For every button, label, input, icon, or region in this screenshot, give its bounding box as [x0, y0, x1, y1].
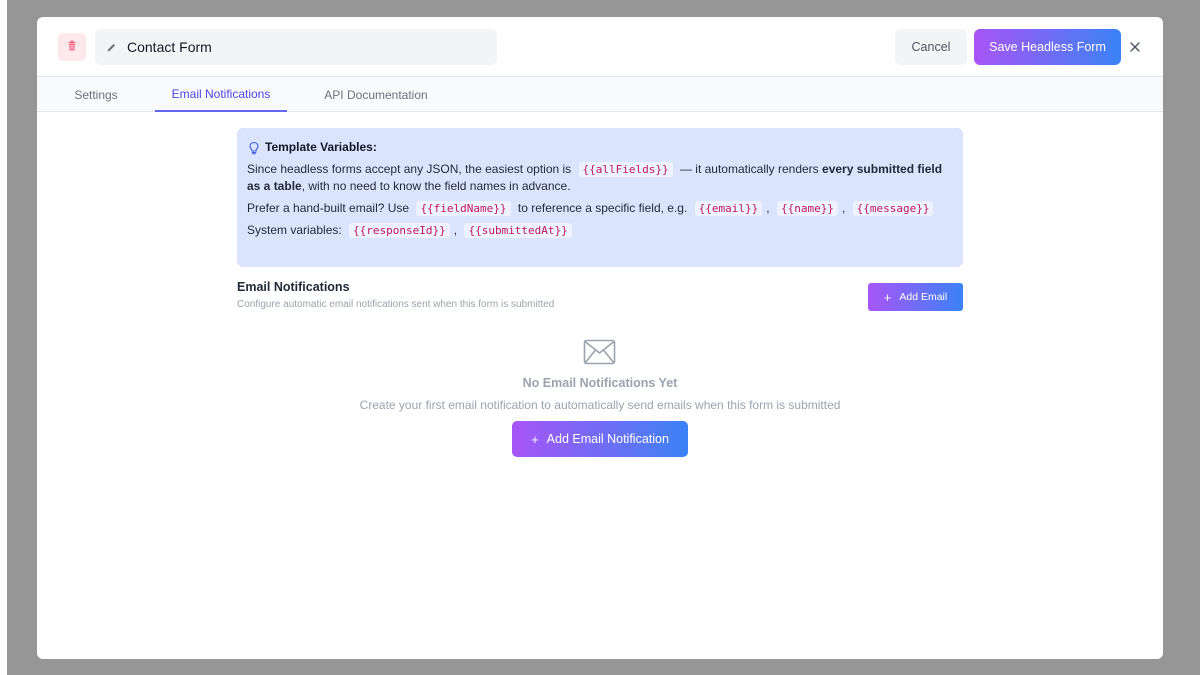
info-line-field-name: Prefer a hand-built email? Use {{fieldNa… [247, 200, 953, 217]
info-text: to reference a specific field, e.g. [517, 201, 688, 215]
info-line-all-fields: Since headless forms accept any JSON, th… [247, 161, 953, 195]
section-subtitle: Configure automatic email notifications … [237, 299, 555, 310]
section-title: Email Notifications [237, 280, 350, 294]
plus-icon: + [883, 289, 892, 305]
separator: , [766, 201, 770, 215]
info-line-system-variables: System variables: {{responseId}}, {{subm… [247, 222, 953, 239]
empty-state-title: No Email Notifications Yet [522, 376, 678, 390]
code-name: {{name}} [776, 201, 838, 216]
modal-header: Contact Form Cancel Save Headless Form [37, 17, 1163, 77]
info-text: Prefer a hand-built email? Use [247, 201, 410, 215]
empty-state-subtitle: Create your first email notification to … [359, 398, 841, 412]
envelope-icon [583, 339, 616, 365]
form-title: Contact Form [127, 39, 212, 55]
lightbulb-icon [247, 141, 261, 155]
cancel-button[interactable]: Cancel [895, 29, 967, 65]
tab-bar: Settings Email Notifications API Documen… [37, 77, 1163, 112]
add-email-button[interactable]: + Add Email [868, 283, 963, 311]
template-variables-info: Template Variables: Since headless forms… [237, 128, 963, 267]
code-field-name: {{fieldName}} [416, 201, 511, 216]
form-editor-modal: Contact Form Cancel Save Headless Form S… [37, 17, 1163, 659]
info-title: Template Variables: [265, 140, 377, 154]
code-submitted-at: {{submittedAt}} [464, 223, 572, 238]
code-message: {{message}} [852, 201, 934, 216]
code-all-fields: {{allFields}} [578, 162, 673, 177]
add-email-label: Add Email [899, 291, 948, 303]
tab-email-notifications[interactable]: Email Notifications [155, 77, 287, 112]
info-text: Since headless forms accept any JSON, th… [247, 162, 572, 176]
info-text: , with no need to know the field names i… [301, 179, 571, 193]
form-title-field[interactable]: Contact Form [95, 29, 497, 65]
trash-icon [67, 38, 77, 56]
code-response-id: {{responseId}} [349, 223, 450, 238]
add-email-notification-label: Add Email Notification [546, 432, 669, 446]
delete-form-button[interactable] [58, 33, 86, 61]
close-icon[interactable] [1127, 39, 1143, 55]
pencil-icon [104, 40, 118, 54]
plus-icon: + [531, 431, 539, 447]
info-title-row: Template Variables: [247, 139, 953, 156]
info-text: System variables: [247, 223, 342, 237]
tab-settings[interactable]: Settings [65, 77, 127, 112]
separator: , [841, 201, 846, 215]
code-email: {{email}} [694, 201, 763, 216]
tab-api-documentation[interactable]: API Documentation [316, 77, 436, 112]
add-email-notification-button[interactable]: + Add Email Notification [512, 421, 688, 457]
info-text: — it automatically renders [679, 162, 819, 176]
save-headless-form-button[interactable]: Save Headless Form [974, 29, 1121, 65]
separator: , [453, 223, 458, 237]
